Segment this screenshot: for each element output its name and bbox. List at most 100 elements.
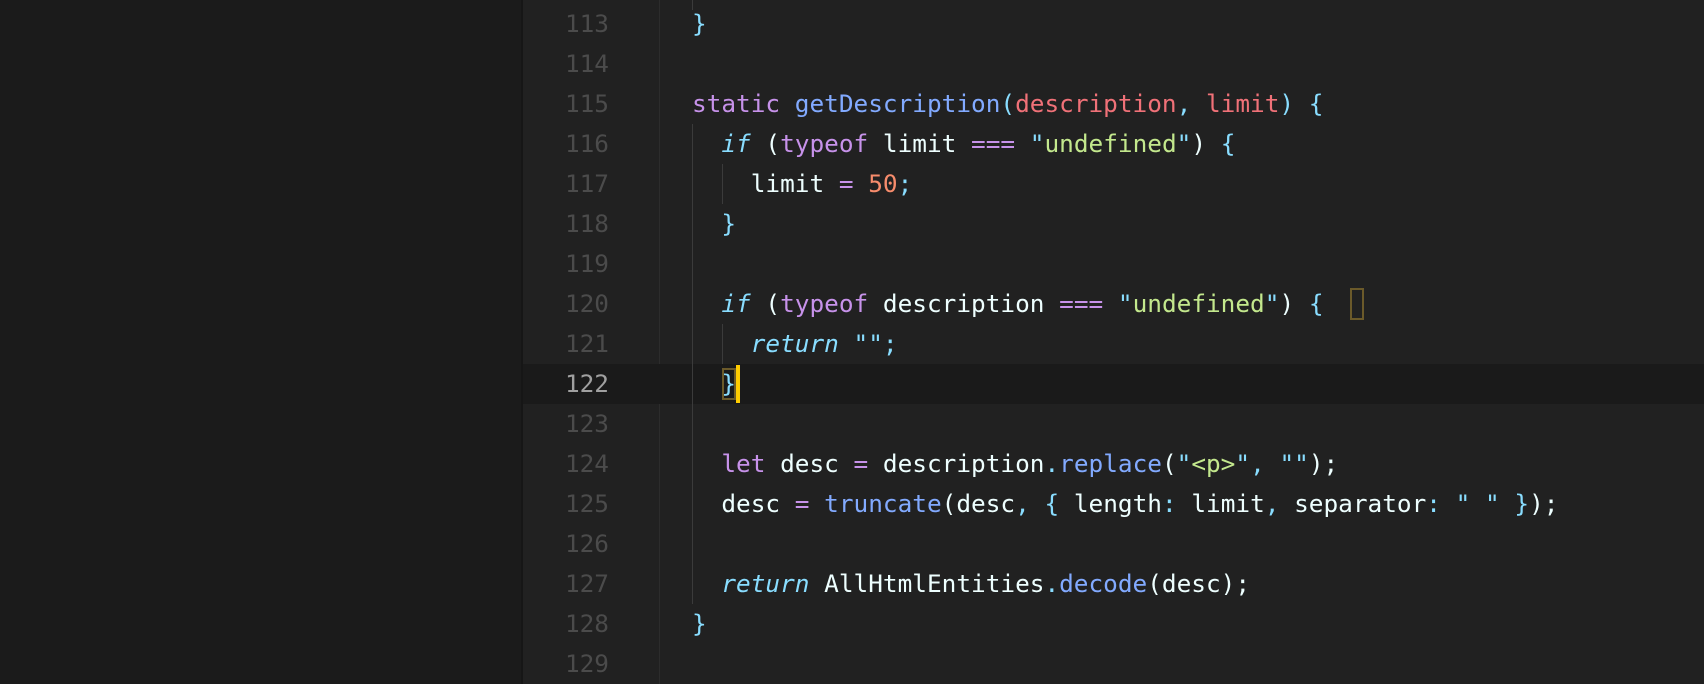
code-token: {: [1220, 129, 1236, 158]
bracket-match-highlight: [722, 368, 736, 400]
code-token: }: [721, 209, 737, 238]
code-token: truncate: [824, 489, 942, 518]
code-token: "": [853, 329, 883, 358]
code-token: :: [1161, 489, 1177, 518]
code-token: (: [750, 129, 781, 158]
code-line[interactable]: 119: [523, 244, 1704, 284]
line-number: 121: [564, 329, 609, 358]
code-token: =: [838, 169, 854, 198]
code-line[interactable]: 123: [523, 404, 1704, 444]
line-number: 114: [564, 49, 609, 78]
code-token: ": [1176, 449, 1192, 478]
line-number: 123: [564, 409, 609, 438]
code-token: typeof: [780, 289, 869, 318]
code-token: return: [750, 329, 839, 358]
code-line[interactable]: 115 static getDescription(description, li…: [523, 84, 1704, 124]
code-token: replace: [1059, 449, 1162, 478]
code-token: undefined: [1044, 129, 1177, 158]
code-line[interactable]: 118 }: [523, 204, 1704, 244]
line-code: static getDescription(description, limit…: [692, 84, 1323, 124]
line-number: 129: [564, 649, 609, 678]
line-code: }: [692, 204, 736, 244]
line-number: 126: [564, 529, 609, 558]
code-token: decode: [1059, 569, 1148, 598]
code-editor[interactable]: 113} 114 115 static getDescription(descript…: [523, 0, 1704, 684]
code-token: static: [692, 89, 781, 118]
line-code: limit = 50;: [692, 164, 913, 204]
code-line[interactable]: 122 }: [523, 364, 1704, 404]
line-code: }: [692, 4, 707, 44]
code-token: <p>: [1191, 449, 1236, 478]
code-token: =: [794, 489, 810, 518]
line-code: if (typeof limit === "undefined") {: [692, 124, 1235, 164]
line-number: 125: [564, 489, 609, 518]
code-token: .: [1044, 449, 1060, 478]
code-token: 50: [868, 169, 898, 198]
code-token: ": [1264, 289, 1280, 318]
code-token: );: [1529, 489, 1559, 518]
line-number: 119: [564, 249, 609, 278]
code-token: limit: [868, 129, 972, 158]
code-token: "": [1279, 449, 1309, 478]
code-token: .: [1044, 569, 1060, 598]
code-line[interactable]: 120 if (typeof description === "undefine…: [523, 284, 1704, 324]
code-token: ,: [1015, 489, 1045, 518]
code-line[interactable]: 117 limit = 50;: [523, 164, 1704, 204]
code-token: ,: [1264, 489, 1295, 518]
code-token: (desc: [941, 489, 1016, 518]
code-line[interactable]: 113}: [523, 4, 1704, 44]
code-token: description: [868, 289, 1060, 318]
indent-guide: [722, 324, 723, 364]
code-token: ): [1279, 289, 1309, 318]
line-code: return AllHtmlEntities.decode(desc);: [692, 564, 1250, 604]
code-token: ): [1279, 89, 1295, 118]
line-number: 128: [564, 609, 609, 638]
code-token: typeof: [780, 129, 869, 158]
code-token: }: [692, 609, 707, 638]
code-token: ": [1117, 289, 1133, 318]
code-token: limit: [1176, 489, 1265, 518]
code-token: " ": [1455, 489, 1500, 518]
line-number: 118: [564, 209, 609, 238]
text-cursor: [736, 365, 740, 403]
code-token: ===: [971, 129, 1016, 158]
code-line[interactable]: 114: [523, 44, 1704, 84]
line-code: if (typeof description === "undefined") …: [692, 284, 1323, 324]
code-line[interactable]: 125 desc = truncate(desc, { length: limi…: [523, 484, 1704, 524]
code-token: (: [1000, 89, 1016, 118]
code-line[interactable]: 129: [523, 644, 1704, 684]
line-number: 124: [564, 449, 609, 478]
line-number: 127: [564, 569, 609, 598]
code-token: description: [868, 449, 1045, 478]
code-line[interactable]: 116 if (typeof limit === "undefined") {: [523, 124, 1704, 164]
code-token: ": [1029, 129, 1045, 158]
code-token: =: [853, 449, 869, 478]
code-token: length: [1059, 489, 1162, 518]
code-line[interactable]: 124 let desc = description.replace("<p>"…: [523, 444, 1704, 484]
code-line[interactable]: 121 return "";: [523, 324, 1704, 364]
code-token: :: [1426, 489, 1456, 518]
indent-guide: [692, 0, 693, 10]
code-token: limit: [692, 169, 839, 198]
code-token: }: [692, 9, 707, 38]
code-token: (: [750, 289, 781, 318]
code-line[interactable]: 126: [523, 524, 1704, 564]
code-line[interactable]: 128}: [523, 604, 1704, 644]
code-token: AllHtmlEntities: [809, 569, 1045, 598]
code-token: (: [1161, 449, 1177, 478]
line-number: 120: [564, 289, 609, 318]
code-token: desc: [765, 449, 854, 478]
code-line[interactable]: 127 return AllHtmlEntities.decode(desc);: [523, 564, 1704, 604]
indent-guide: [692, 124, 693, 604]
